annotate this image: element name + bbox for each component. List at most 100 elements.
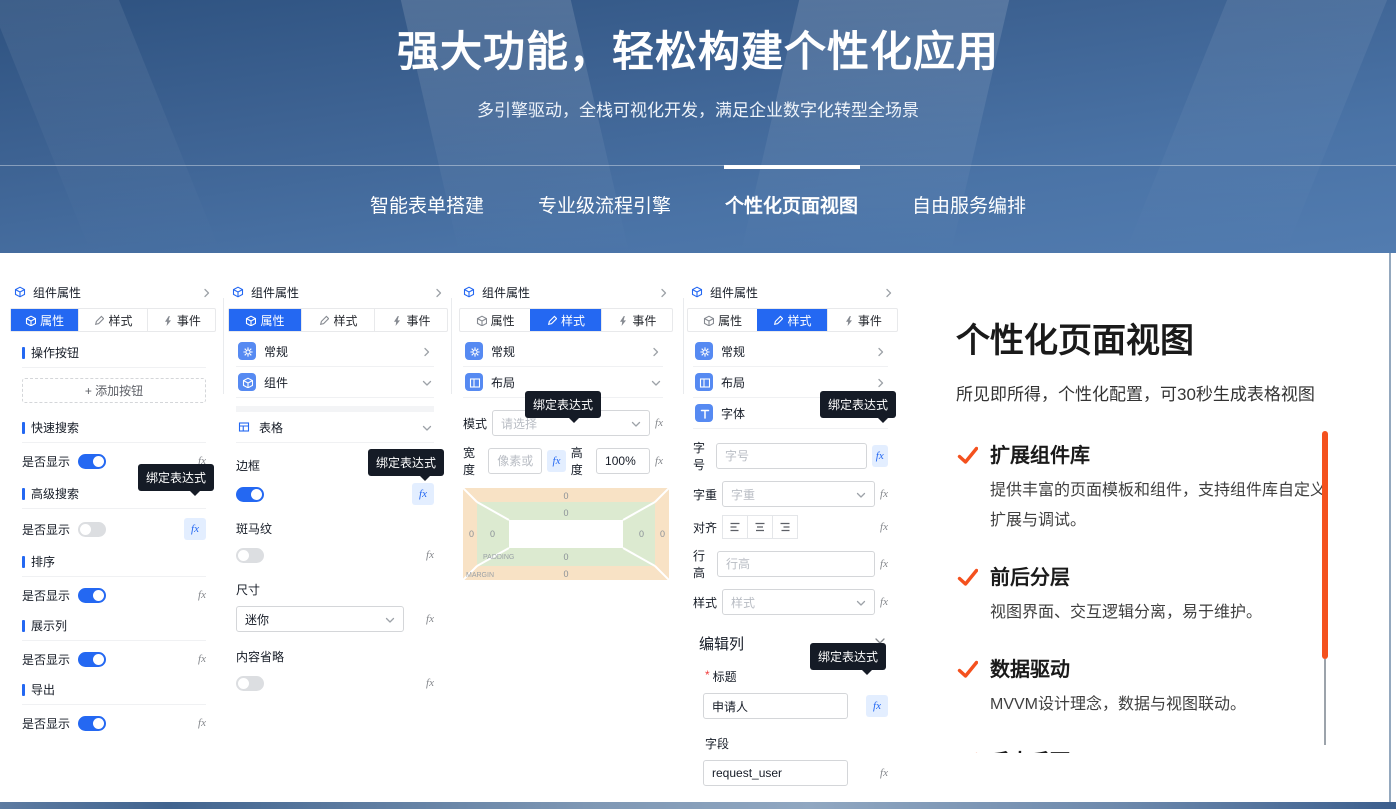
chevron-right-icon[interactable]	[201, 287, 212, 298]
chevron-right-icon[interactable]	[433, 287, 444, 298]
font-size-input[interactable]	[716, 443, 867, 469]
fx-button[interactable]: fx	[880, 521, 888, 533]
check-icon	[956, 657, 978, 679]
tab-service-orchestration[interactable]: 自由服务编排	[912, 192, 1026, 222]
title-input[interactable]	[703, 693, 848, 719]
collapse-row-component[interactable]: 组件	[236, 367, 434, 398]
select-placeholder: 字重	[731, 486, 755, 503]
size-select[interactable]: 迷你	[236, 606, 404, 632]
align-center-button[interactable]	[747, 515, 773, 539]
section-bar	[22, 684, 25, 696]
fx-button[interactable]: fx	[880, 767, 888, 779]
chevron-right-icon	[650, 346, 661, 357]
panel-divider	[683, 298, 684, 394]
fx-button[interactable]: fx	[198, 653, 206, 665]
line-height-input[interactable]	[717, 551, 875, 577]
fx-button-active[interactable]: fx	[184, 518, 206, 540]
fx-button[interactable]: fx	[880, 558, 888, 570]
right-edge-scrollbar[interactable]	[1389, 253, 1391, 802]
tab-event[interactable]: 事件	[374, 309, 447, 331]
chevron-down-icon	[384, 614, 395, 625]
tab-props[interactable]: 属性	[229, 309, 301, 331]
style-select[interactable]: 样式	[722, 589, 875, 615]
panel-tab-bar: 属性 样式 事件	[687, 308, 898, 332]
line-height-row: 行高 fx	[693, 547, 888, 581]
fx-button[interactable]: fx	[655, 455, 663, 467]
fx-button-active[interactable]: fx	[547, 450, 566, 472]
fx-button[interactable]: fx	[880, 596, 888, 608]
scroll-indicator-thumb[interactable]	[1322, 431, 1328, 659]
row-label: 常规	[264, 343, 413, 360]
cube-icon	[238, 373, 256, 391]
border-toggle[interactable]	[236, 487, 264, 502]
chevron-right-icon[interactable]	[883, 287, 894, 298]
feature-section-subtitle: 所见即所得，个性化配置，可30秒生成表格视图	[956, 380, 1356, 405]
tab-props[interactable]: 属性	[688, 309, 757, 331]
dialog-title: 编辑列	[699, 633, 744, 654]
ellipsis-toggle[interactable]	[236, 676, 264, 691]
panel-tab-bar: 属性 样式 事件	[10, 308, 216, 332]
panel-divider	[223, 298, 224, 394]
row-label: 常规	[721, 343, 867, 360]
section-sort: 排序	[22, 553, 206, 577]
bolt-icon	[162, 315, 173, 326]
height-input[interactable]	[596, 448, 650, 474]
fx-button-active[interactable]: fx	[872, 445, 888, 467]
sort-toggle[interactable]	[78, 588, 106, 603]
advanced-search-toggle[interactable]	[78, 522, 106, 537]
tab-label: 样式	[787, 312, 811, 329]
fx-button[interactable]: fx	[426, 549, 434, 561]
feature-description-column: 个性化页面视图 所见即所得，个性化配置，可30秒生成表格视图 扩展组件库 提供丰…	[956, 313, 1356, 753]
export-toggle[interactable]	[78, 716, 106, 731]
fx-button[interactable]: fx	[880, 488, 888, 500]
next-section-edge	[0, 802, 1396, 809]
collapse-row-general[interactable]: 常规	[693, 336, 888, 367]
collapse-row-general[interactable]: 常规	[236, 336, 434, 367]
bind-expression-tooltip: 绑定表达式	[368, 449, 444, 476]
tab-style[interactable]: 样式	[78, 309, 146, 331]
fx-button-active[interactable]: fx	[866, 695, 888, 717]
fx-button[interactable]: fx	[426, 677, 434, 689]
tab-event[interactable]: 事件	[827, 309, 897, 331]
panel-title: 组件属性	[33, 284, 195, 301]
tab-label: 事件	[632, 312, 656, 329]
field-label-line-height: 行高	[693, 547, 712, 581]
tab-label: 事件	[406, 312, 430, 329]
field-name-input[interactable]	[703, 760, 848, 786]
feature-tabs: 智能表单搭建 专业级流程引擎 个性化页面视图 自由服务编排	[0, 192, 1396, 222]
tab-process-engine[interactable]: 专业级流程引擎	[538, 192, 671, 222]
tab-props[interactable]: 属性	[11, 309, 78, 331]
section-bar	[22, 488, 25, 500]
fx-button[interactable]: fx	[198, 589, 206, 601]
fx-button[interactable]: fx	[198, 717, 206, 729]
field-input-row: fx	[699, 760, 888, 786]
tab-event[interactable]: 事件	[147, 309, 215, 331]
tab-style[interactable]: 样式	[757, 309, 826, 331]
fx-button[interactable]: fx	[655, 417, 663, 429]
columns-toggle[interactable]	[78, 652, 106, 667]
width-input[interactable]	[488, 448, 542, 474]
tab-props[interactable]: 属性	[460, 309, 530, 331]
tab-smart-form[interactable]: 智能表单搭建	[370, 192, 484, 222]
tab-style[interactable]: 样式	[301, 309, 374, 331]
tab-event[interactable]: 事件	[601, 309, 672, 331]
font-size-row: 字号 fx	[693, 439, 888, 473]
check-icon	[956, 443, 978, 465]
add-button[interactable]: + 添加按钮	[22, 378, 206, 403]
panel-header: 组件属性	[228, 281, 448, 303]
collapse-row-table[interactable]: 表格	[236, 412, 434, 443]
fx-button-active[interactable]: fx	[412, 483, 434, 505]
quick-search-toggle[interactable]	[78, 454, 106, 469]
margin-right-value: 0	[660, 529, 665, 539]
collapse-row-general[interactable]: 常规	[463, 336, 663, 367]
font-weight-select[interactable]: 字重	[722, 481, 875, 507]
align-right-button[interactable]	[772, 515, 798, 539]
border-toggle-row: fx	[236, 484, 434, 504]
feature-item: 千人千面 配置化实现，视图内容可由用户自定义	[956, 745, 1356, 753]
align-left-button[interactable]	[722, 515, 748, 539]
tab-page-view[interactable]: 个性化页面视图	[725, 192, 858, 222]
fx-button[interactable]: fx	[426, 613, 434, 625]
chevron-right-icon[interactable]	[658, 287, 669, 298]
stripe-toggle[interactable]	[236, 548, 264, 563]
tab-style[interactable]: 样式	[530, 309, 600, 331]
